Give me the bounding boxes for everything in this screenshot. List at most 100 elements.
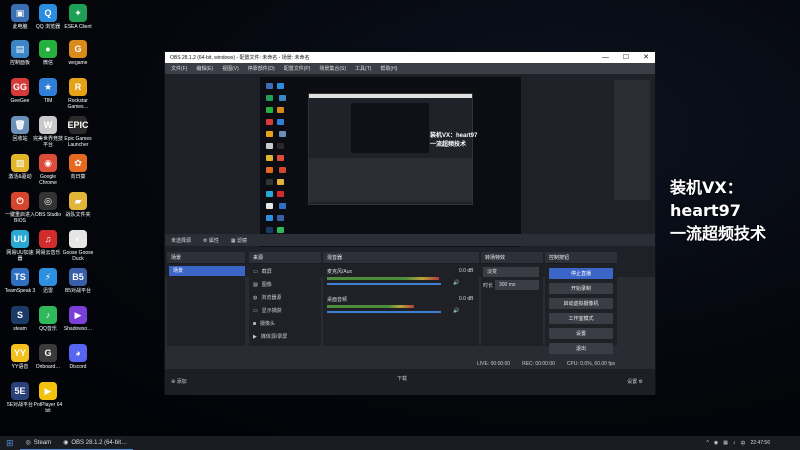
minimize-icon[interactable]: — [602, 52, 609, 63]
desktop-icon-label: Rockstar Games… [67, 98, 89, 110]
desktop-icon[interactable]: Gwegame [62, 40, 94, 66]
app-icon: YY [11, 344, 29, 362]
bottom-settings-button[interactable]: 设置 ⚙ [627, 378, 643, 385]
desktop-icon[interactable]: B5 B5对战平台 [62, 268, 94, 294]
desktop-icon-label: Shadowso… [63, 326, 93, 332]
source-row[interactable]: ▭ 显示捕获 [249, 305, 321, 316]
desktop-icon[interactable]: ♫ 网易云音乐 [32, 230, 64, 256]
app-icon: EPIC [68, 116, 89, 134]
desktop-icon-label: Google Chrome [39, 174, 57, 186]
menu-help[interactable]: 帮助(H) [380, 65, 397, 72]
app-icon: ♪ [39, 306, 57, 324]
mixer-channel-name: 桌面音频 [327, 297, 348, 303]
source-label: 浏览器源 [261, 295, 282, 301]
desktop-icon[interactable]: ● 微信 [32, 40, 64, 66]
menu-view[interactable]: 视图(V) [222, 65, 239, 72]
add-button[interactable]: ⊕ 添加 [171, 378, 187, 385]
source-row[interactable]: ◙ 摄像头 [249, 318, 321, 329]
desktop-icon[interactable]: EPIC Epic Games Launcher [62, 116, 94, 148]
obs-titlebar[interactable]: OBS 28.1.2 (64-bit, windows) - 配置文件: 未命名… [165, 52, 655, 63]
audio-meter [327, 277, 439, 280]
menu-docks[interactable]: 停靠部件(D) [248, 65, 275, 72]
network-icon[interactable]: ▦ [723, 440, 728, 446]
app-icon: ⏻ [11, 192, 29, 210]
settings-button[interactable]: 设置 [549, 328, 613, 339]
app-icon: 🗑 [11, 116, 29, 134]
rec-status: REC: 00:00:00 [522, 360, 555, 367]
obs-window[interactable]: OBS 28.1.2 (64-bit, windows) - 配置文件: 未命名… [164, 51, 656, 395]
volume-slider[interactable] [327, 311, 441, 313]
desktop-icon[interactable]: R Rockstar Games… [62, 78, 94, 110]
app-icon: ★ [39, 78, 57, 96]
taskbar-obs[interactable]: ◉ OBS 28.1.2 (64-bit… [57, 436, 134, 450]
ime-icon[interactable]: 中 [741, 440, 746, 447]
taskbar: ⊞ ◎ Steam ◉ OBS 28.1.2 (64-bit… ^ ◉ ▦ ♪ 中 … [0, 436, 800, 450]
app-icon: ▶ [69, 306, 87, 324]
bottom-settings-label: 设置 [627, 379, 638, 385]
desktop-icon[interactable]: ◕ Discord [62, 344, 94, 370]
desktop-icon[interactable]: W 完美世界竞技平台 [32, 116, 64, 148]
properties-button[interactable]: ⚙ 属性 [203, 237, 219, 244]
sources-title: 来源 [253, 255, 264, 261]
controls-title: 控制按钮 [549, 255, 570, 261]
start-icon[interactable]: ⊞ [0, 438, 20, 449]
menu-scene-collection[interactable]: 场景集合(S) [319, 65, 346, 72]
downloads-label: 下载 [397, 376, 408, 382]
transition-select[interactable]: 淡变 [483, 267, 539, 277]
desktop-icon[interactable]: ★ TIM [32, 78, 64, 104]
duration-input[interactable]: 300 ms [495, 280, 539, 290]
source-row[interactable]: ◍ 浏览器源 [249, 292, 321, 303]
desktop-icon[interactable]: ✿ 向日葵 [62, 154, 94, 180]
scene-item[interactable]: 场景 [169, 266, 245, 276]
maximize-icon[interactable]: ☐ [623, 52, 629, 63]
desktop-icon[interactable]: ◉ Google Chrome [32, 154, 64, 186]
virtual-camera-label: 启动虚拟摄像机 [563, 301, 599, 307]
menu-tools[interactable]: 工具(T) [355, 65, 371, 72]
close-icon[interactable]: ✕ [643, 52, 649, 63]
app-icon: W [39, 116, 57, 134]
stop-streaming-button[interactable]: 停止直播 [549, 268, 613, 279]
desktop-icon[interactable]: ▰ 战队文件夹 [62, 192, 94, 218]
scenes-panel: 场景 [167, 264, 245, 346]
filters-button[interactable]: ▦ 滤镜 [231, 237, 247, 244]
preview-overlay-line-1: 装机VX：heart97 [430, 133, 478, 139]
preview-canvas[interactable]: 装机VX：heart97 一流超频技术 [260, 77, 521, 247]
taskbar-steam[interactable]: ◎ Steam [19, 436, 58, 450]
studio-mode-button[interactable]: 工作室模式 [549, 313, 613, 324]
desktop-icon-label: Epic Games Launcher [64, 136, 92, 148]
desktop-icon[interactable]: ⚡ 迅雷 [32, 268, 64, 294]
source-row[interactable]: ▶ 媒体源/录屏 [249, 331, 321, 342]
desktop-icon[interactable]: ◎ OBS Studio [32, 192, 64, 218]
speaker-icon[interactable]: 🔊 [453, 308, 459, 314]
preview-overlay-line-2: 一流超频技术 [430, 142, 467, 148]
menu-profile[interactable]: 配置文件(P) [284, 65, 311, 72]
desktop-icon[interactable]: G Onboard… [32, 344, 64, 370]
tray-app-icon[interactable]: ◉ [714, 440, 718, 446]
app-icon: ♫ [39, 230, 57, 248]
menu-edit[interactable]: 编辑(E) [196, 65, 213, 72]
exit-button[interactable]: 退出 [549, 343, 613, 354]
speaker-icon[interactable]: 🔊 [453, 280, 459, 286]
desktop-icon[interactable]: Q QQ 浏览器 [32, 4, 64, 30]
desktop-icon[interactable]: ▶ PotPlayer 64 bit [32, 382, 64, 414]
start-recording-button[interactable]: 开始录制 [549, 283, 613, 294]
source-row[interactable]: ▭ 截屏 [249, 266, 321, 277]
app-icon: GG [11, 78, 29, 96]
volume-slider[interactable] [327, 283, 441, 285]
desktop-icon-label: 网易云音乐 [35, 250, 61, 256]
desktop-icon[interactable]: ✦ ESEA Client [62, 4, 94, 30]
source-label: 媒体源/录屏 [260, 334, 288, 340]
virtual-camera-button[interactable]: 启动虚拟摄像机 [549, 298, 613, 309]
desktop-icon[interactable]: ♪ QQ音乐 [32, 306, 64, 332]
clock[interactable]: 22:47:56 [751, 440, 770, 446]
bottom-strip: ⊕ 添加 下载 设置 ⚙ [165, 369, 655, 395]
desktop-icon[interactable]: ▶ Shadowso… [62, 306, 94, 332]
volume-icon[interactable]: ♪ [733, 440, 736, 446]
menu-file[interactable]: 文件(F) [171, 65, 187, 72]
obs-icon: ◉ [63, 440, 69, 446]
app-icon: S [11, 306, 29, 324]
source-row[interactable]: ▨ 图像 [249, 279, 321, 290]
app-icon: ⚡ [39, 268, 57, 286]
tray-chevron-icon[interactable]: ^ [707, 440, 709, 446]
desktop-icon[interactable]: ◐ Goose Goose Duck [62, 230, 94, 262]
